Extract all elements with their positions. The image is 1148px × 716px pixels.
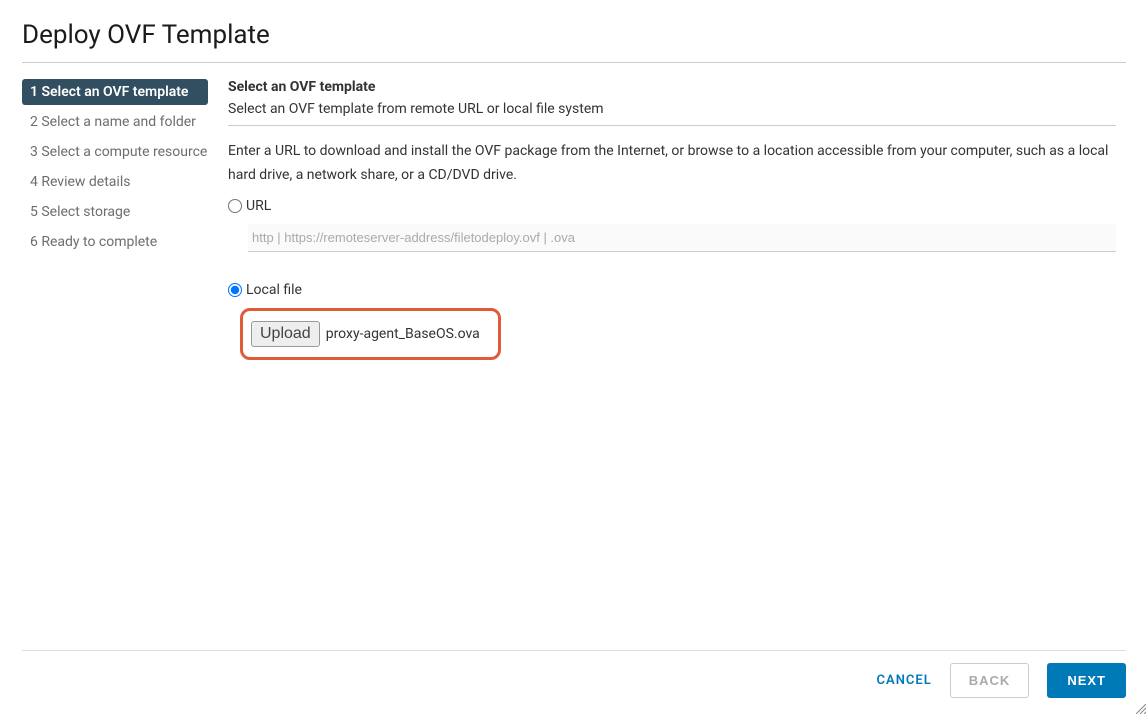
wizard-step-1[interactable]: 1 Select an OVF template (22, 79, 208, 105)
back-button: BACK (950, 663, 1030, 698)
content-title: Select an OVF template (228, 79, 1116, 95)
upload-button[interactable]: Upload (251, 321, 320, 347)
wizard-step-2[interactable]: 2 Select a name and folder (22, 109, 208, 135)
url-label[interactable]: URL (246, 198, 271, 214)
next-button[interactable]: NEXT (1047, 663, 1126, 698)
footer-bar: CANCEL BACK NEXT (22, 650, 1126, 698)
wizard-step-6[interactable]: 6 Ready to complete (22, 229, 208, 255)
wizard-step-4[interactable]: 4 Review details (22, 169, 208, 195)
content-divider (228, 125, 1116, 126)
url-input[interactable] (248, 224, 1116, 252)
header-divider (22, 62, 1126, 63)
page-title: Deploy OVF Template (22, 20, 1126, 62)
uploaded-filename: proxy-agent_BaseOS.ova (326, 326, 480, 342)
content-subtitle: Select an OVF template from remote URL o… (228, 101, 1116, 117)
instruction-text: Enter a URL to download and install the … (228, 140, 1116, 188)
upload-highlight-box: Upload proxy-agent_BaseOS.ova (240, 308, 501, 360)
cancel-button[interactable]: CANCEL (877, 673, 932, 688)
wizard-sidebar: 1 Select an OVF template 2 Select a name… (22, 79, 208, 360)
wizard-step-3[interactable]: 3 Select a compute resource (22, 139, 208, 165)
content-area: Select an OVF template Select an OVF tem… (228, 79, 1126, 360)
local-file-radio[interactable] (228, 283, 242, 297)
wizard-step-5[interactable]: 5 Select storage (22, 199, 208, 225)
url-radio[interactable] (228, 199, 242, 213)
local-file-label[interactable]: Local file (246, 282, 302, 298)
